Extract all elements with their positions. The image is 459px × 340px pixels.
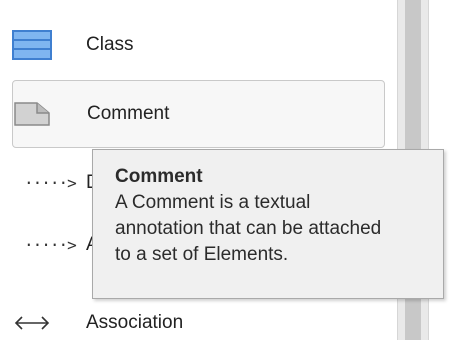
palette-item-comment[interactable]: Comment	[12, 80, 385, 148]
palette-panel: Class Comment ·····> D ·····> A Associat…	[0, 0, 459, 340]
comment-icon	[13, 99, 53, 129]
tooltip-title: Comment	[115, 166, 203, 187]
association-arrow-icon	[12, 308, 52, 338]
palette-item-class[interactable]: Class	[0, 12, 384, 78]
abstraction-arrow-icon: ·····>	[24, 235, 77, 255]
dependency-arrow-icon: ·····>	[24, 173, 77, 193]
palette-item-label: Comment	[87, 103, 170, 124]
palette-item-label: Association	[86, 312, 184, 333]
tooltip: Comment A Comment is a textual annotatio…	[92, 149, 444, 299]
class-icon	[12, 30, 52, 60]
palette-item-label: Class	[86, 34, 134, 55]
tooltip-body: A Comment is a textual annotation that c…	[115, 192, 382, 265]
